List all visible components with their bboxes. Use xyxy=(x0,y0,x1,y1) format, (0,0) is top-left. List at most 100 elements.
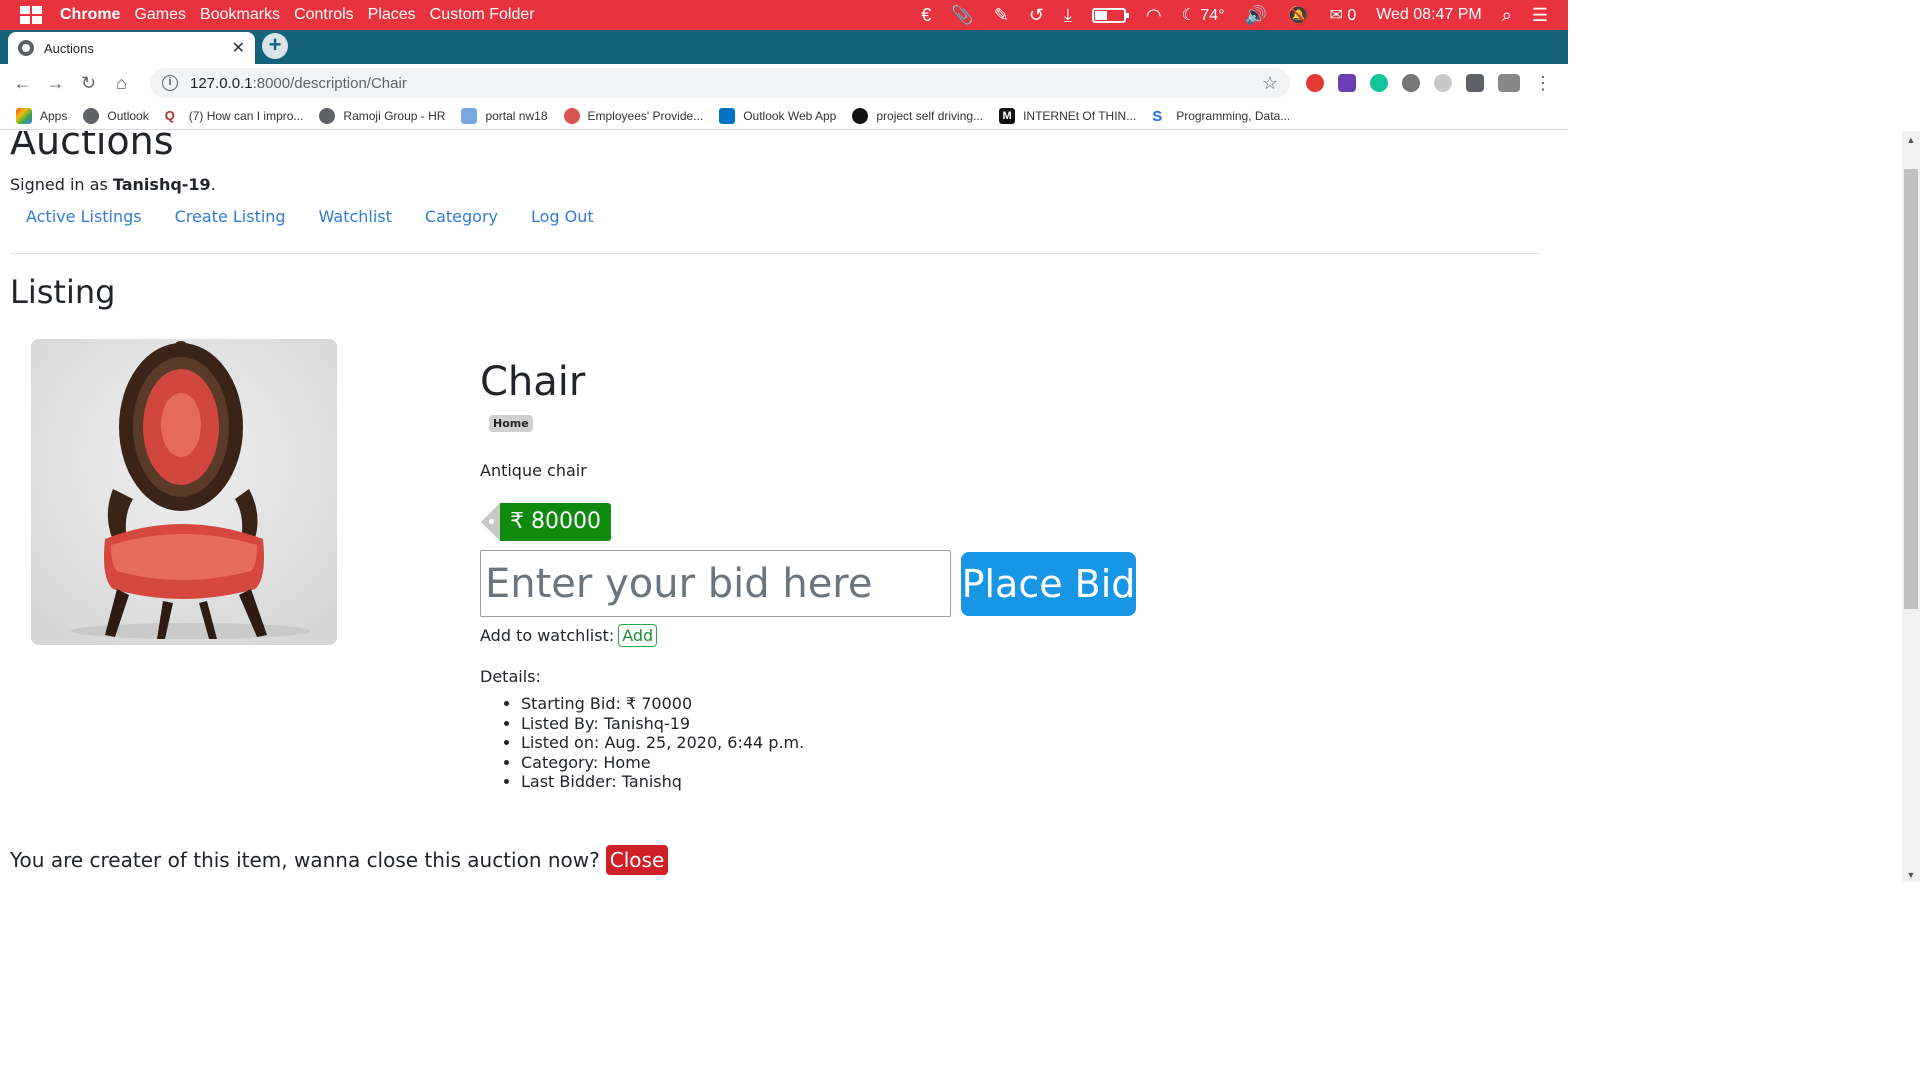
os-menu-places[interactable]: Places xyxy=(368,6,416,24)
volume-icon[interactable]: 🔊 xyxy=(1245,0,1267,30)
bookmark-label: Outlook xyxy=(107,108,149,123)
back-arrow-icon[interactable]: ← xyxy=(6,73,39,94)
nav-create-listing[interactable]: Create Listing xyxy=(175,207,286,226)
price-tag-notch xyxy=(481,503,500,541)
new-tab-button[interactable]: + xyxy=(262,33,288,59)
site-info-icon[interactable]: i xyxy=(162,75,178,91)
bookmark-label: Programming, Data... xyxy=(1176,108,1291,123)
outlook-icon xyxy=(719,107,736,124)
os-menu-custom-folder[interactable]: Custom Folder xyxy=(430,6,535,24)
kebab-menu-icon[interactable]: ⋮ xyxy=(1534,73,1552,94)
extension-check-icon[interactable] xyxy=(1434,74,1452,92)
puzzle-extensions-icon[interactable] xyxy=(1466,74,1484,92)
os-menu-bookmarks[interactable]: Bookmarks xyxy=(200,6,280,24)
epf-icon xyxy=(563,107,580,124)
chair-illustration xyxy=(31,339,337,645)
close-auction-button[interactable]: Close xyxy=(605,845,669,875)
bookmark-label: Apps xyxy=(40,108,68,123)
tab-strip: Auctions ✕ xyxy=(0,30,1568,64)
download-icon[interactable]: ⤓ xyxy=(1064,0,1072,30)
url-host: 127.0.0.1 xyxy=(190,74,253,92)
wifi-icon[interactable]: ◠ xyxy=(1146,0,1162,30)
extension-k-icon[interactable] xyxy=(1338,74,1356,92)
bookmark-label: INTERNEt Of THIN... xyxy=(1023,108,1137,123)
pencil-icon[interactable]: ✎ xyxy=(994,0,1009,30)
tab-title: Auctions xyxy=(44,40,94,56)
bookmark-github[interactable]: project self driving... xyxy=(852,107,984,124)
bookmark-apps[interactable]: Apps xyxy=(16,107,68,124)
bookmark-star-icon[interactable]: ☆ xyxy=(1262,73,1278,94)
extension-red-icon[interactable] xyxy=(1306,74,1324,92)
os-menu-games[interactable]: Games xyxy=(134,6,186,24)
page-viewport: Auctions Signed in as Tanishq-19. Active… xyxy=(0,131,1550,882)
bookmark-ramoji[interactable]: Ramoji Group - HR xyxy=(319,107,446,124)
home-icon[interactable]: ⌂ xyxy=(105,73,138,94)
bookmarks-bar: Apps Outlook Q (7) How can I impro... Ram… xyxy=(0,102,1568,130)
mail-count: 0 xyxy=(1347,7,1357,24)
bid-input[interactable] xyxy=(480,550,951,617)
profile-icon[interactable] xyxy=(1498,74,1520,92)
section-heading: Listing xyxy=(10,273,116,311)
close-tab-icon[interactable]: ✕ xyxy=(232,38,245,58)
github-icon xyxy=(852,107,869,124)
clock[interactable]: Wed 08:47 PM xyxy=(1376,6,1482,24)
nav-active-listings[interactable]: Active Listings xyxy=(26,207,142,226)
signed-in-prefix: Signed in as xyxy=(10,175,113,194)
forward-arrow-icon[interactable]: → xyxy=(39,73,72,94)
address-bar[interactable]: i 127.0.0.1:8000/description/Chair ☆ xyxy=(150,68,1290,98)
watchlist-row: Add to watchlist: Add xyxy=(480,624,658,647)
bookmark-quora[interactable]: Q (7) How can I impro... xyxy=(165,108,304,124)
bookmark-programming[interactable]: S Programming, Data... xyxy=(1152,108,1291,125)
history-icon[interactable]: ↺ xyxy=(1029,0,1044,30)
item-description: Antique chair xyxy=(480,461,587,480)
weather-readout[interactable]: ☾ 74° xyxy=(1182,5,1225,25)
bookmark-epf[interactable]: Employees' Provide... xyxy=(563,107,703,124)
watchlist-label: Add to watchlist: xyxy=(480,626,615,645)
euro-icon[interactable]: € xyxy=(921,0,931,30)
nav-watchlist[interactable]: Watchlist xyxy=(319,207,392,226)
detail-listed-on: Listed on: Aug. 25, 2020, 6:44 p.m. xyxy=(521,733,804,753)
apps-grid-icon xyxy=(16,107,32,124)
scrollbar-thumb[interactable] xyxy=(1904,169,1918,609)
browser-tab-auctions[interactable]: Auctions ✕ xyxy=(8,32,255,64)
restore-icon[interactable]: ❐ xyxy=(1828,30,1874,60)
add-to-watchlist-button[interactable]: Add xyxy=(618,624,658,647)
system-tray: € 📎 ✎ ↺ ⤓ ◠ ☾ 74° 🔊 🔕 ✉ 0 Wed 08:47 PM ⌕… xyxy=(921,0,1568,30)
mail-indicator[interactable]: ✉ 0 xyxy=(1329,5,1356,25)
scroll-up-arrow-icon[interactable]: ▲ xyxy=(1902,135,1920,145)
nav-log-out[interactable]: Log Out xyxy=(531,207,594,226)
bookmark-medium[interactable]: M INTERNEt Of THIN... xyxy=(999,107,1137,124)
list-menu-icon[interactable]: ☰ xyxy=(1532,0,1548,30)
url-path: :8000/description/Chair xyxy=(252,74,407,92)
nav-category[interactable]: Category xyxy=(425,207,498,226)
reload-icon[interactable]: ↻ xyxy=(72,73,105,94)
signed-in-text: Signed in as Tanishq-19. xyxy=(10,175,216,194)
detail-category: Category: Home xyxy=(521,753,804,773)
extension-gray-icon[interactable] xyxy=(1402,74,1420,92)
price-tag: ₹ 80000 xyxy=(481,503,611,541)
os-menu-controls[interactable]: Controls xyxy=(294,6,354,24)
grammarly-icon[interactable] xyxy=(1370,74,1388,92)
paperclip-icon[interactable]: 📎 xyxy=(951,0,973,30)
os-menu-app-name[interactable]: Chrome xyxy=(60,6,120,24)
battery-icon[interactable] xyxy=(1091,7,1129,23)
minimize-icon[interactable]: — xyxy=(1782,30,1828,60)
notifications-off-icon[interactable]: 🔕 xyxy=(1287,0,1309,30)
extensions-area: ⋮ xyxy=(1306,73,1552,94)
username: Tanishq-19 xyxy=(112,175,211,194)
bookmark-outlook[interactable]: Outlook xyxy=(83,107,149,124)
bookmark-portal[interactable]: portal nw18 xyxy=(461,107,548,124)
place-bid-button[interactable]: Place Bid xyxy=(961,552,1136,616)
page-scrollbar[interactable]: ▲ ▼ xyxy=(1902,131,1920,882)
bookmark-label: project self driving... xyxy=(876,108,984,123)
bookmark-label: Ramoji Group - HR xyxy=(343,108,446,123)
search-icon[interactable]: ⌕ xyxy=(1502,0,1512,30)
bookmark-owa[interactable]: Outlook Web App xyxy=(719,107,836,124)
scroll-down-arrow-icon[interactable]: ▼ xyxy=(1902,870,1920,880)
site-nav: Active Listings Create Listing Watchlist… xyxy=(26,207,594,226)
detail-last-bidder: Last Bidder: Tanishq xyxy=(521,772,804,792)
close-window-icon[interactable]: ✕ xyxy=(1874,30,1920,60)
category-badge: Home xyxy=(489,415,533,432)
windows-logo-icon[interactable] xyxy=(20,6,42,24)
current-price: ₹ 80000 xyxy=(500,503,611,541)
